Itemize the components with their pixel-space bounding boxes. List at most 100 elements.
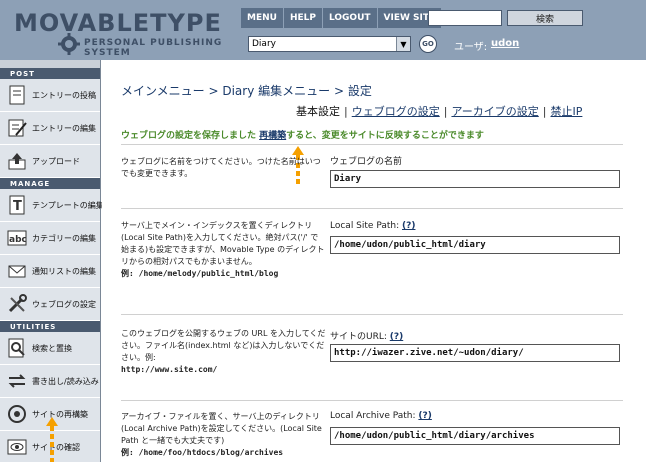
sidebar-item-label: 書き出し/読み込み xyxy=(32,376,99,386)
local-site-path-description: サーバ上でメイン・インデックスを置くディレクトリ(Local Site Path… xyxy=(121,220,326,280)
notice-text-before: ウェブログの設定を保存しました xyxy=(121,131,257,141)
search-input[interactable] xyxy=(428,10,502,26)
local-site-path-field[interactable]: /home/udon/public_html/diary xyxy=(330,236,620,254)
sidebar-item-import-export[interactable]: 書き出し/読み込み xyxy=(0,365,100,398)
sidebar-item-label: エントリーの編集 xyxy=(32,123,96,133)
local-archive-path-example: 例: /home/foo/htdocs/blog/archives xyxy=(121,448,284,457)
header: MOVABLETYPE PERSONAL PUBLISHING SYSTEM M… xyxy=(0,0,646,60)
local-archive-path-description: アーカイブ・ファイルを置く、サーバ上のディレクトリ(Local Archive … xyxy=(121,411,326,459)
rebuild-icon xyxy=(8,405,26,423)
user-name-link[interactable]: udon xyxy=(491,38,519,49)
app-window: MOVABLETYPE PERSONAL PUBLISHING SYSTEM M… xyxy=(0,0,646,462)
sidebar-item-categories[interactable]: abc カテゴリーの編集 xyxy=(0,222,100,255)
sidebar-heading-manage: MANAGE xyxy=(0,178,100,189)
divider xyxy=(121,208,623,209)
tab-separator: | xyxy=(542,105,547,118)
rebuild-link[interactable]: 再構築 xyxy=(259,131,286,141)
divider xyxy=(121,400,623,401)
settings-tabs: 基本設定 | ウェブログの設定 | アーカイブの設定 | 禁止IP xyxy=(296,103,582,119)
site-url-description: このウェブログを公開するウェブの URL を入力してください。ファイル名(ind… xyxy=(121,328,326,376)
breadcrumb: メインメニュー > Diary 編集メニュー > 設定 xyxy=(121,82,372,99)
sidebar-item-blog-settings[interactable]: ウェブログの設定 xyxy=(0,288,100,321)
divider xyxy=(121,144,623,145)
svg-text:T: T xyxy=(13,199,22,214)
blog-selector-value: Diary xyxy=(252,39,276,49)
top-nav: MENU HELP LOGOUT VIEW SITE xyxy=(241,8,443,28)
local-archive-path-help-link[interactable]: (?) xyxy=(418,411,431,421)
breadcrumb-current: 設定 xyxy=(347,84,372,98)
sidebar-heading-utilities: UTILITIES xyxy=(0,321,100,332)
site-url-label: サイトのURL: (?) xyxy=(330,329,403,342)
site-url-field[interactable]: http://iwazer.zive.net/~udon/diary/ xyxy=(330,344,620,362)
site-url-help-link[interactable]: (?) xyxy=(390,332,403,342)
tab-general[interactable]: 基本設定 xyxy=(296,105,340,118)
sidebar-item-new-entry[interactable]: エントリーの投稿 xyxy=(0,79,100,112)
sidebar-item-label: ウェブログの設定 xyxy=(32,299,96,309)
sidebar-item-notifications[interactable]: 通知リストの編集 xyxy=(0,255,100,288)
local-site-path-label-text: Local Site Path: xyxy=(330,221,400,231)
logo[interactable]: MOVABLETYPE PERSONAL PUBLISHING SYSTEM xyxy=(0,0,238,60)
site-url-label-text: サイトのURL: xyxy=(330,332,387,342)
search-button[interactable]: 検索 xyxy=(507,10,583,26)
sidebar-item-label: 通知リストの編集 xyxy=(32,266,96,276)
local-site-path-example: 例: /home/melody/public_html/blog xyxy=(121,269,279,278)
user-label: ユーザ: xyxy=(454,42,488,53)
go-button[interactable]: GO xyxy=(419,35,437,53)
logo-subtitle: PERSONAL PUBLISHING SYSTEM xyxy=(84,38,223,58)
tab-banned-ip[interactable]: 禁止IP xyxy=(551,105,583,118)
blog-name-label: ウェブログの名前 xyxy=(330,157,403,167)
blog-name-row: ウェブログに名前をつけてください。つけた名前はいつでも変更できます。 ウェブログ… xyxy=(121,154,621,194)
sidebar-heading-post: POST xyxy=(0,68,100,79)
highlight-arrow-icon xyxy=(46,417,58,462)
chevron-down-icon: ▼ xyxy=(396,37,410,51)
sidebar-item-upload[interactable]: アップロード xyxy=(0,145,100,178)
local-archive-path-description-text: アーカイブ・ファイルを置く、サーバ上のディレクトリ(Local Archive … xyxy=(121,412,322,445)
sidebar-item-label: エントリーの投稿 xyxy=(32,90,96,100)
site-url-row: このウェブログを公開するウェブの URL を入力してください。ファイル名(ind… xyxy=(121,326,621,386)
gear-icon xyxy=(58,33,80,55)
logo-title: MOVABLETYPE xyxy=(14,9,222,37)
breadcrumb-main-menu-link[interactable]: メインメニュー xyxy=(121,84,205,98)
local-archive-path-label-text: Local Archive Path: xyxy=(330,411,416,421)
breadcrumb-separator: > xyxy=(204,84,223,98)
breadcrumb-blog-link[interactable]: Diary 編集メニュー xyxy=(222,84,330,98)
nav-menu-button[interactable]: MENU xyxy=(241,8,284,28)
local-site-path-help-link[interactable]: (?) xyxy=(402,221,415,231)
save-notice: ウェブログの設定を保存しました 再構築すると、変更をサイトに反映することができま… xyxy=(121,128,484,141)
import-export-icon xyxy=(8,374,26,388)
sidebar-item-label: テンプレートの編集 xyxy=(32,200,104,210)
edit-entry-icon xyxy=(8,119,27,137)
sidebar-item-edit-entries[interactable]: エントリーの編集 xyxy=(0,112,100,145)
local-site-path-description-text: サーバ上でメイン・インデックスを置くディレクトリ(Local Site Path… xyxy=(121,221,325,266)
sidebar: POST エントリーの投稿 エントリーの編集 アップロード MANAGE T テ… xyxy=(0,60,104,462)
notification-icon xyxy=(8,265,26,278)
template-icon: T xyxy=(9,195,25,215)
sidebar-item-label: 検索と置換 xyxy=(32,343,72,353)
divider xyxy=(121,314,623,315)
local-site-path-label: Local Site Path: (?) xyxy=(330,221,415,231)
tools-icon xyxy=(8,294,27,313)
upload-icon xyxy=(8,153,26,170)
svg-text:abc: abc xyxy=(9,235,27,245)
tab-blog-settings[interactable]: ウェブログの設定 xyxy=(352,105,440,118)
nav-help-button[interactable]: HELP xyxy=(283,8,323,28)
view-site-icon xyxy=(7,439,27,455)
new-entry-icon xyxy=(9,85,25,105)
sidebar-item-label: カテゴリーの編集 xyxy=(32,233,96,243)
tab-separator: | xyxy=(443,105,448,118)
breadcrumb-separator: > xyxy=(330,84,348,98)
tab-archive-settings[interactable]: アーカイブの設定 xyxy=(451,105,538,118)
blog-name-field[interactable]: Diary xyxy=(330,170,620,188)
tab-separator: | xyxy=(344,105,348,118)
notice-text-after: すると、変更をサイトに反映することができます xyxy=(286,131,484,141)
nav-logout-button[interactable]: LOGOUT xyxy=(322,8,378,28)
blog-selector[interactable]: Diary ▼ xyxy=(248,36,411,52)
local-site-path-row: サーバ上でメイン・インデックスを置くディレクトリ(Local Site Path… xyxy=(121,218,621,308)
main-content: メインメニュー > Diary 編集メニュー > 設定 基本設定 | ウェブログの設… xyxy=(102,60,646,462)
sidebar-item-search-replace[interactable]: 検索と置換 xyxy=(0,332,100,365)
sidebar-item-templates[interactable]: T テンプレートの編集 xyxy=(0,189,104,222)
local-archive-path-field[interactable]: /home/udon/public_html/diary/archives xyxy=(330,427,620,445)
category-icon: abc xyxy=(7,230,27,246)
search-icon xyxy=(8,338,25,358)
